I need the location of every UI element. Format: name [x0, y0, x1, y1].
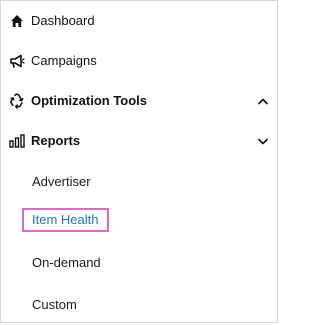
sub-item-advertiser[interactable]: Advertiser — [1, 162, 277, 202]
sub-item-label: Item Health — [32, 212, 99, 227]
nav-item-label: Reports — [31, 133, 81, 148]
nav-item-dashboard[interactable]: Dashboard — [1, 1, 277, 41]
chevron-down-icon[interactable] — [257, 135, 269, 147]
recycle-icon — [9, 93, 25, 109]
sub-item-label: Advertiser — [32, 174, 91, 189]
side-navigation: Dashboard Campaigns Optimization Tools R… — [0, 0, 278, 323]
sub-item-on-demand[interactable]: On-demand — [1, 243, 277, 283]
chevron-up-icon[interactable] — [257, 95, 269, 107]
nav-item-label: Optimization Tools — [31, 93, 148, 108]
sub-item-label: Custom — [32, 297, 77, 312]
sub-item-item-health[interactable]: Item Health — [1, 203, 277, 243]
megaphone-icon — [9, 53, 25, 69]
nav-item-campaigns[interactable]: Campaigns — [1, 41, 277, 81]
bar-chart-icon — [9, 133, 25, 149]
nav-item-optimization-tools[interactable]: Optimization Tools — [1, 81, 277, 121]
nav-item-label: Dashboard — [31, 13, 95, 28]
nav-item-reports[interactable]: Reports — [1, 121, 277, 161]
nav-item-label: Campaigns — [31, 53, 97, 68]
sub-item-custom[interactable]: Custom — [1, 285, 277, 325]
home-icon — [9, 13, 25, 29]
sub-item-label: On-demand — [32, 255, 101, 270]
